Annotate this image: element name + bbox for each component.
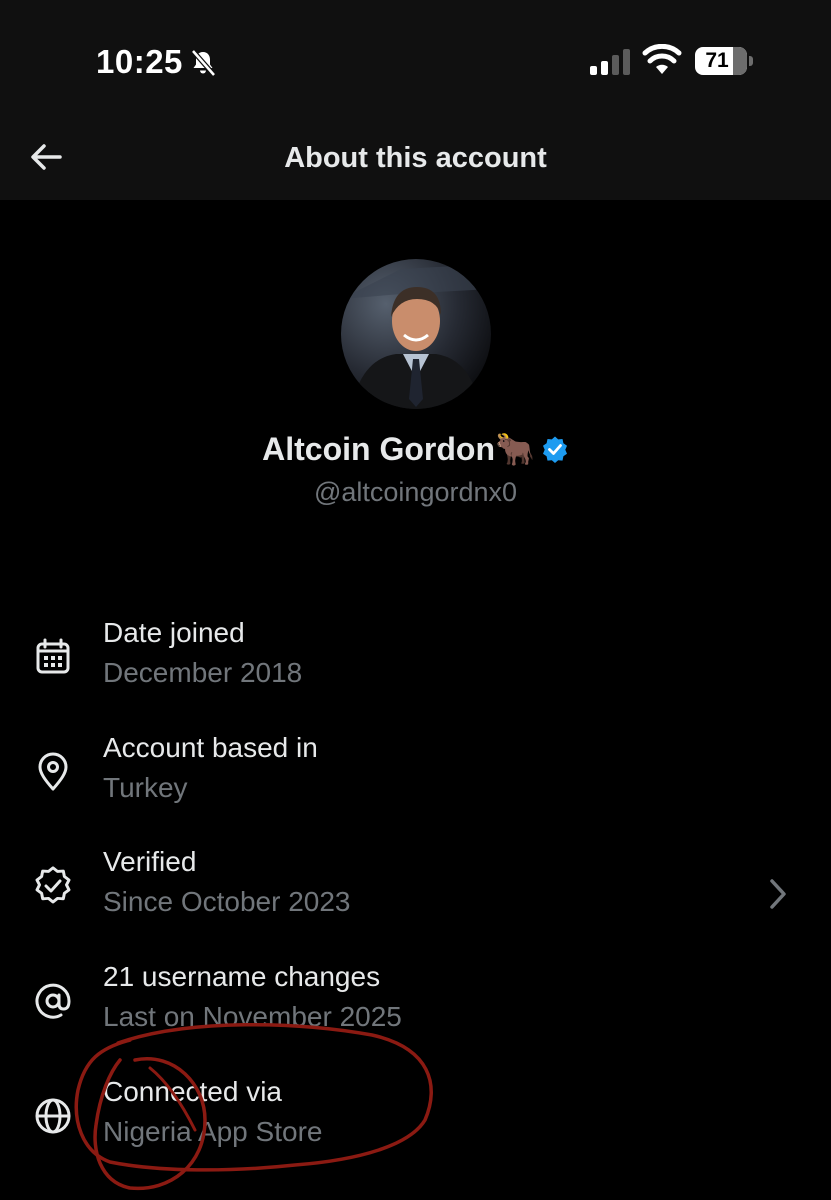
detail-row-verified[interactable]: Verified Since October 2023: [0, 846, 831, 936]
detail-subtitle: December 2018: [103, 657, 303, 688]
detail-row-connected-via: Connected via Nigeria App Store: [0, 1076, 831, 1166]
detail-subtitle: Turkey: [103, 772, 188, 803]
detail-subtitle: Nigeria App Store: [103, 1116, 323, 1147]
profile-handle: @altcoingordnx0: [313, 477, 518, 507]
globe-icon: [35, 1098, 71, 1134]
status-bar: 10:25 71: [0, 0, 831, 120]
detail-title: Connected via: [103, 1076, 283, 1107]
detail-row-date-joined: Date joined December 2018: [0, 617, 831, 707]
location-pin-icon: [38, 752, 68, 791]
battery-icon: 71: [695, 47, 755, 77]
verified-badge-icon: [542, 436, 567, 463]
bell-slash-icon: [191, 49, 216, 77]
detail-row-account-based-in: Account based in Turkey: [0, 732, 831, 822]
detail-subtitle: Since October 2023: [103, 886, 351, 917]
detail-title: Verified: [103, 846, 197, 877]
display-name: Altcoin Gordon🐂: [262, 431, 535, 467]
page-title: About this account: [284, 142, 547, 174]
detail-subtitle: Last on November 2025: [103, 1001, 402, 1032]
detail-row-username-changes: 21 username changes Last on November 202…: [0, 961, 831, 1051]
verified-check-icon: [35, 866, 71, 904]
detail-title: Account based in: [103, 732, 318, 763]
detail-title: 21 username changes: [103, 961, 381, 992]
chevron-right-icon: [770, 879, 786, 909]
avatar: [341, 259, 491, 409]
status-time: 10:25: [96, 43, 183, 80]
at-sign-icon: [35, 983, 71, 1019]
wifi-icon: [642, 44, 682, 74]
cellular-signal-icon: [590, 49, 630, 75]
nav-header: About this account: [0, 120, 831, 200]
detail-title: Date joined: [103, 617, 245, 648]
battery-level: 71: [705, 49, 729, 72]
profile-name-row: Altcoin Gordon🐂: [0, 430, 831, 468]
calendar-icon: [36, 638, 70, 674]
